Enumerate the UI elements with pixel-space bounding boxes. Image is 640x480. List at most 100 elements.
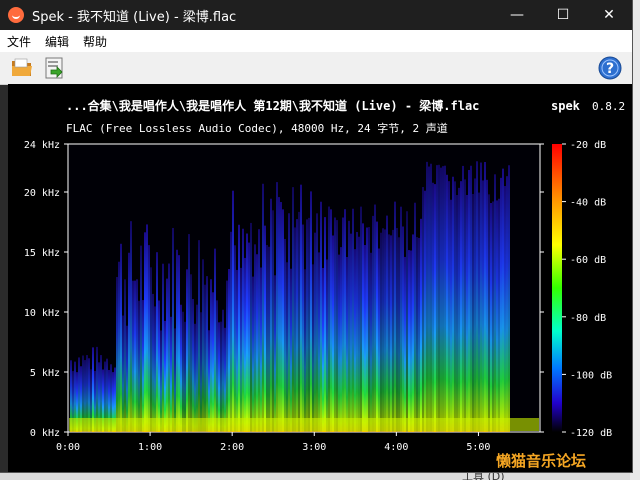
- spectrum-column: [296, 219, 298, 432]
- spectrum-column: [426, 161, 428, 432]
- spectrum-column: [242, 228, 244, 432]
- spectrum-column: [340, 247, 342, 432]
- spectrum-column: [176, 249, 178, 432]
- spectrum-column: [508, 165, 510, 432]
- spectrum-column: [206, 276, 208, 432]
- spectrum-column: [450, 199, 452, 432]
- menu-help[interactable]: 帮助: [76, 33, 114, 50]
- spectrum-column: [132, 280, 134, 432]
- spectrum-column: [360, 206, 362, 432]
- spectrum-column: [378, 248, 380, 432]
- spectrum-column: [424, 190, 426, 432]
- db-tick-label: -80 dB: [570, 313, 606, 324]
- spectrum-column: [244, 257, 246, 432]
- spectrum-column: [382, 228, 384, 432]
- spectrum-column: [208, 330, 210, 432]
- help-button[interactable]: ?: [598, 56, 622, 80]
- spectrum-column: [120, 243, 122, 432]
- spectrum-column: [232, 190, 234, 432]
- db-color-scale: [552, 144, 562, 432]
- spectrum-column: [214, 248, 216, 432]
- spectrum-column: [194, 323, 196, 432]
- spectrum-column: [248, 242, 250, 432]
- spectrum-column: [370, 252, 372, 432]
- menu-edit[interactable]: 编辑: [38, 33, 76, 50]
- spectrum-column: [140, 245, 142, 432]
- x-tick-label: 5:00: [466, 442, 490, 453]
- spectrum-column: [374, 204, 376, 432]
- spectrum-column: [180, 304, 182, 432]
- open-file-button[interactable]: [10, 56, 34, 80]
- spectrum-column: [328, 206, 330, 432]
- spectrum-column: [368, 227, 370, 432]
- spectrum-column: [490, 203, 492, 432]
- y-tick-label: 15 kHz: [24, 248, 60, 259]
- spectrum-column: [482, 180, 484, 432]
- spectrum-column: [316, 213, 318, 432]
- spectrum-column: [124, 279, 126, 432]
- spectrum-column: [304, 269, 306, 432]
- spectrum-column: [162, 263, 164, 432]
- spectrum-column: [252, 276, 254, 432]
- svg-text:?: ?: [606, 61, 614, 77]
- spectrum-column: [292, 187, 294, 432]
- minimize-button[interactable]: —: [494, 0, 540, 30]
- spectrum-column: [366, 227, 368, 432]
- file-path-header: ...合集\我是唱作人\我是唱作人 第12期\我不知道 (Live) - 梁博.…: [66, 98, 479, 113]
- spectrum-column: [498, 198, 500, 432]
- spectrum-column: [494, 174, 496, 432]
- close-button[interactable]: ✕: [586, 0, 632, 30]
- spectrum-column: [200, 312, 202, 432]
- spectrum-column: [502, 168, 504, 432]
- spectrum-column: [134, 280, 136, 432]
- db-tick-label: -40 dB: [570, 198, 606, 209]
- spectrum-column: [210, 279, 212, 432]
- spectrum-column: [188, 234, 190, 432]
- title-bar[interactable]: Spek - 我不知道 (Live) - 梁博.flac — ☐ ✕: [0, 0, 632, 30]
- spectrum-column: [488, 194, 490, 432]
- maximize-button[interactable]: ☐: [540, 0, 586, 30]
- spectrum-column: [376, 221, 378, 432]
- spectrum-column: [428, 166, 430, 432]
- spectrum-column: [144, 232, 146, 432]
- spectrum-column: [354, 249, 356, 432]
- spectrum-column: [408, 250, 410, 432]
- spectrum-column: [170, 316, 172, 432]
- spectrum-column: [258, 229, 260, 432]
- spectrum-column: [312, 264, 314, 432]
- spectrum-column: [256, 254, 258, 432]
- spectrum-column: [182, 311, 184, 432]
- audio-info: FLAC (Free Lossless Audio Codec), 48000 …: [66, 121, 448, 135]
- spectrum-column: [348, 220, 350, 432]
- spectrum-column: [438, 164, 440, 432]
- y-tick-label: 20 kHz: [24, 188, 60, 199]
- save-icon: [45, 57, 63, 79]
- save-image-button[interactable]: [42, 56, 66, 80]
- spectrum-column: [262, 183, 264, 432]
- spectrum-column: [346, 256, 348, 432]
- spectrum-column: [398, 237, 400, 432]
- toolbar: ?: [0, 52, 632, 85]
- spectrum-column: [410, 250, 412, 432]
- menu-file[interactable]: 文件: [0, 33, 38, 50]
- spectrum-column: [442, 166, 444, 433]
- spectrum-column: [184, 321, 186, 432]
- app-label: spek: [551, 99, 581, 113]
- spectrum-column: [432, 182, 434, 432]
- spectrum-column: [496, 200, 498, 432]
- x-tick-label: 3:00: [302, 442, 326, 453]
- spectrum-column: [476, 161, 478, 432]
- spectrum-column: [350, 233, 352, 432]
- spectrum-column: [372, 215, 374, 432]
- spectrum-column: [448, 181, 450, 432]
- spectrum-column: [174, 328, 176, 432]
- spectrum-column: [298, 211, 300, 432]
- spectrum-column: [308, 217, 310, 432]
- spectrum-column: [266, 244, 268, 432]
- spectrum-column: [152, 293, 154, 432]
- spectrum-column: [486, 179, 488, 432]
- version-label: 0.8.2: [592, 100, 625, 113]
- spectrum-column: [164, 320, 166, 432]
- spectrum-column: [318, 252, 320, 432]
- spectrum-column: [136, 279, 138, 432]
